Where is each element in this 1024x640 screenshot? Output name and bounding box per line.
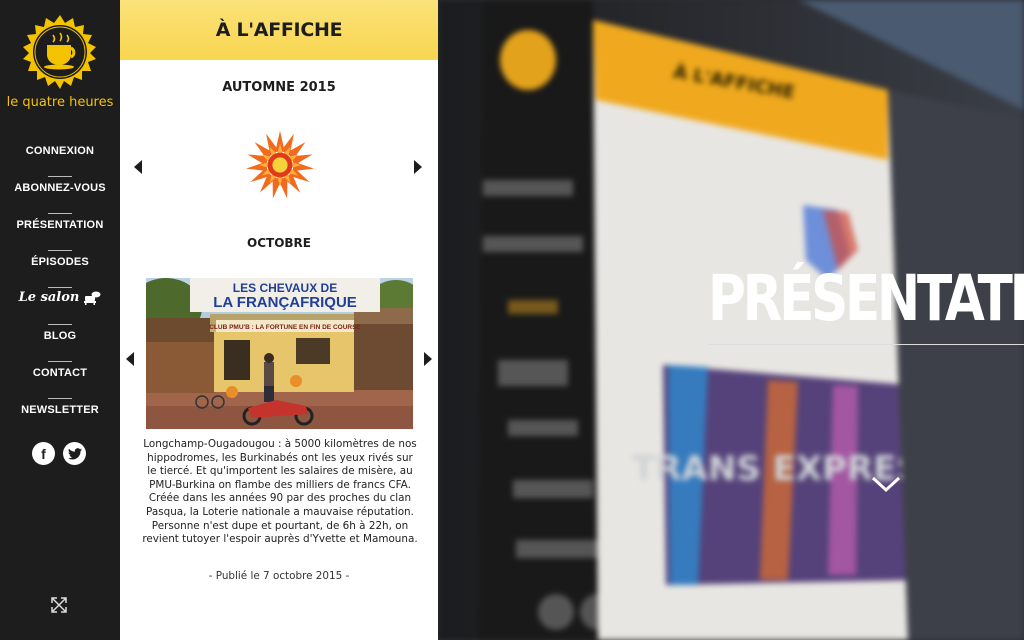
published-date: - Publié le 7 octobre 2015 - — [208, 570, 350, 582]
nav-link-le-salon[interactable]: Le salon — [0, 288, 120, 305]
article-photo-illustration: LES CHEVAUX DE LA FRANÇAFRIQUE CLUB PMU'… — [146, 278, 413, 429]
nav-item-newsletter[interactable]: NEWSLETTER — [0, 399, 120, 436]
hero-section: À L'AFFICHE TRANS EXPRESS PRÉSENTATIO — [438, 0, 1024, 640]
chevron-down-icon[interactable] — [870, 474, 902, 494]
banner-line-2: LA FRANÇAFRIQUE — [213, 294, 357, 311]
nav-item-episodes[interactable]: ÉPISODES — [0, 251, 120, 288]
article-prev-arrow-icon[interactable] — [126, 352, 134, 366]
nav-link-presentation[interactable]: PRÉSENTATION — [0, 214, 120, 231]
autumn-flower-icon — [245, 130, 315, 199]
nav-item-connexion[interactable]: CONNEXION — [0, 140, 120, 177]
season-prev-arrow-icon[interactable] — [134, 160, 142, 174]
nav-link-episodes[interactable]: ÉPISODES — [0, 251, 120, 268]
facebook-glyph: f — [41, 445, 46, 462]
kiosk-sign: CLUB PMU'B : LA FORTUNE EN FIN DE COURSE — [209, 324, 361, 331]
armchair-icon — [84, 291, 101, 305]
sidebar: le quatre heures CONNEXION ABONNEZ-VOUS … — [0, 0, 120, 640]
twitter-bird-glyph — [67, 447, 82, 460]
banner-line-1: LES CHEVAUX DE — [233, 281, 337, 295]
hero-title: PRÉSENTATIO — [708, 262, 1024, 335]
brand-name[interactable]: le quatre heures — [0, 95, 120, 110]
nav-item-presentation[interactable]: PRÉSENTATION — [0, 214, 120, 251]
affiche-title: À L'AFFICHE — [215, 19, 343, 41]
hero-divider — [708, 344, 1024, 345]
nav-item-contact[interactable]: CONTACT — [0, 362, 120, 399]
article-next-arrow-icon[interactable] — [424, 352, 432, 366]
nav-link-abonnez-vous[interactable]: ABONNEZ-VOUS — [0, 177, 120, 194]
coffee-cup-icon[interactable] — [23, 15, 97, 89]
season-next-arrow-icon[interactable] — [414, 160, 422, 174]
nav-link-newsletter[interactable]: NEWSLETTER — [0, 399, 120, 416]
nav-item-blog[interactable]: BLOG — [0, 325, 120, 362]
month-label: OCTOBRE — [247, 236, 311, 250]
article-text: Longchamp-Ougadougou : à 5000 kilomètres… — [142, 438, 418, 546]
article-photo[interactable]: LES CHEVAUX DE LA FRANÇAFRIQUE CLUB PMU'… — [146, 278, 413, 429]
main-nav: CONNEXION ABONNEZ-VOUS PRÉSENTATION ÉPIS… — [0, 140, 120, 436]
nav-link-connexion[interactable]: CONNEXION — [0, 140, 120, 157]
nav-link-contact[interactable]: CONTACT — [0, 362, 120, 379]
expand-arrows-icon[interactable] — [50, 596, 68, 614]
nav-link-blog[interactable]: BLOG — [0, 325, 120, 342]
affiche-header: À L'AFFICHE — [120, 0, 438, 60]
salon-label: Le salon — [18, 290, 80, 305]
twitter-icon[interactable] — [63, 442, 86, 465]
facebook-icon[interactable]: f — [32, 442, 55, 465]
nav-item-abonnez-vous[interactable]: ABONNEZ-VOUS — [0, 177, 120, 214]
nav-item-le-salon[interactable]: Le salon — [0, 288, 120, 325]
affiche-panel: À L'AFFICHE AUTOMNE 2015 OCTOBRE LES CHE… — [120, 0, 438, 640]
season-label: AUTOMNE 2015 — [222, 80, 336, 95]
social-links: f — [32, 442, 86, 465]
